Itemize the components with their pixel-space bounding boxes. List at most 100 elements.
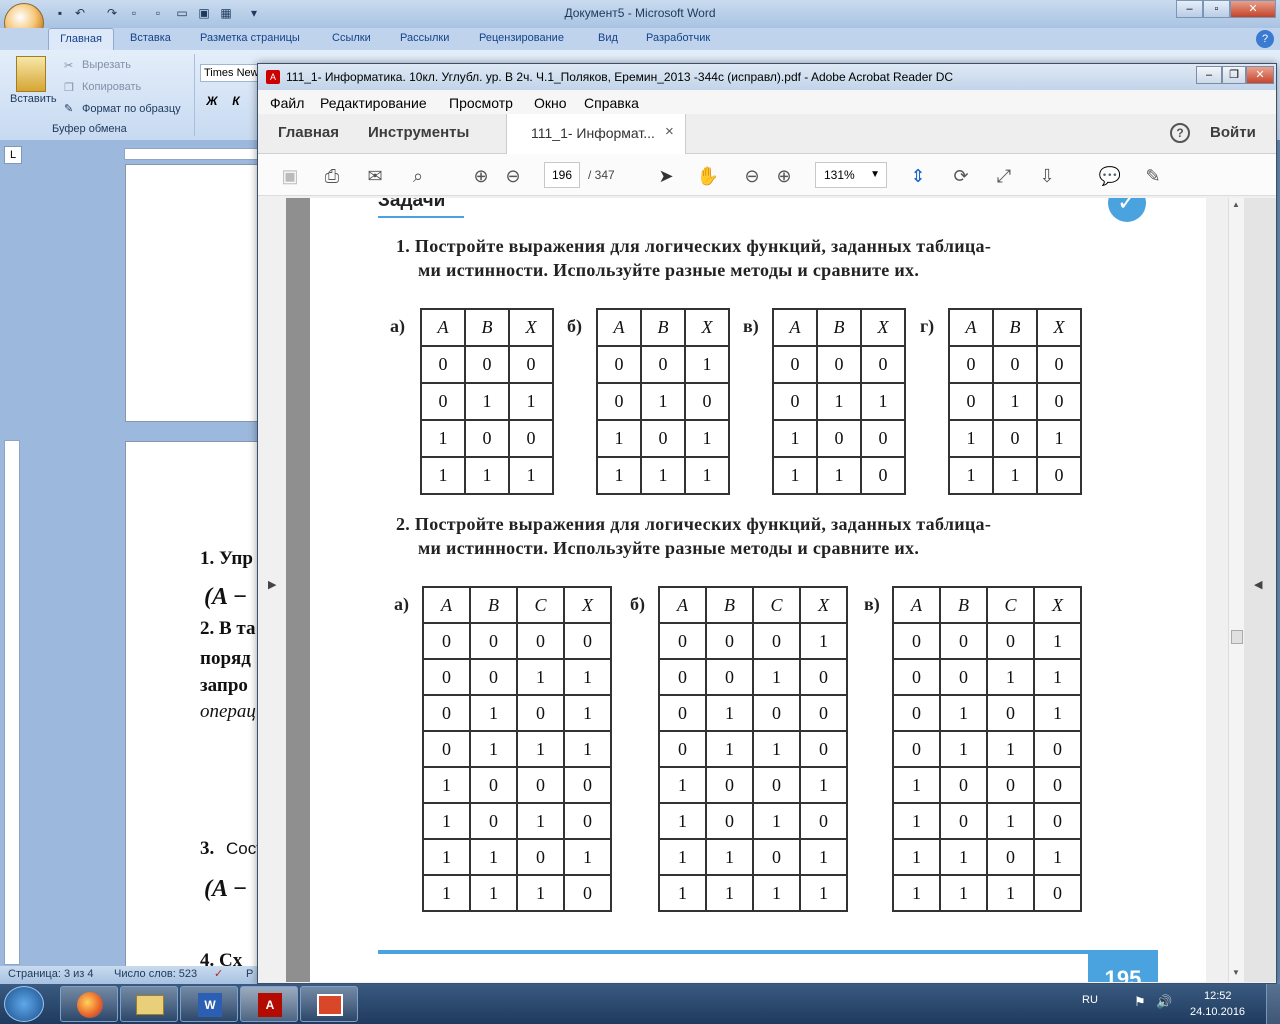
taskbar-explorer[interactable] <box>120 986 178 1022</box>
highlight-pen-icon[interactable]: ✎ <box>1141 164 1165 188</box>
scroll-down-icon[interactable]: ▼ <box>1232 968 1240 977</box>
fullscreen-icon[interactable]: ⤢ <box>992 164 1016 188</box>
volume-icon[interactable]: 🔊 <box>1156 994 1172 1010</box>
vertical-scrollbar[interactable]: ▲ ▼ <box>1228 198 1244 982</box>
right-panel-arrow-icon[interactable]: ◀ <box>1254 578 1262 591</box>
fit-width-icon[interactable]: ⇕ <box>906 164 930 188</box>
word-minimize-button[interactable]: – <box>1176 0 1203 18</box>
word-tab-references[interactable]: Ссылки <box>332 32 371 44</box>
menu-file[interactable]: Файл <box>270 95 304 111</box>
comment-icon[interactable]: 💬 <box>1098 164 1122 188</box>
horizontal-ruler[interactable] <box>124 148 258 160</box>
email-icon[interactable]: ✉ <box>363 164 387 188</box>
scroll-thumb[interactable] <box>1231 630 1243 644</box>
hand-tool-icon[interactable]: ✋ <box>696 164 720 188</box>
word-tab-layout[interactable]: Разметка страницы <box>200 32 300 44</box>
undo-icon[interactable]: ↶ <box>72 5 88 21</box>
next-page-icon[interactable]: ⊖ <box>501 164 525 188</box>
italic-button[interactable]: К <box>226 92 246 110</box>
tab-close-icon[interactable]: × <box>665 123 674 140</box>
spellcheck-icon[interactable]: ✓ <box>214 967 223 980</box>
help-icon[interactable]: ? <box>1170 123 1190 143</box>
bold-button[interactable]: Ж <box>202 92 222 110</box>
table-cell: 0 <box>1033 730 1082 768</box>
scroll-mode-icon[interactable]: ⇩ <box>1035 164 1059 188</box>
word-tab-insert[interactable]: Вставка <box>130 32 171 44</box>
page-number-input[interactable]: 196 <box>544 162 580 188</box>
table-cell: 0 <box>705 658 754 696</box>
prev-page-icon[interactable]: ⊕ <box>469 164 493 188</box>
word-close-button[interactable]: ✕ <box>1230 0 1276 18</box>
cut-button[interactable]: Вырезать <box>82 59 131 71</box>
table-row: 1110 <box>892 874 1082 912</box>
new-doc-icon[interactable]: ▫ <box>150 5 166 21</box>
vertical-ruler[interactable] <box>4 440 20 965</box>
word-count-status[interactable]: Число слов: 523 <box>114 968 197 980</box>
table-cell: 1 <box>799 838 848 876</box>
print-icon[interactable]: ⎙ <box>320 164 344 188</box>
taskbar-acrobat[interactable]: A <box>240 986 298 1022</box>
menu-edit[interactable]: Редактирование <box>320 95 427 111</box>
word-page-2: 1. Упр (A − 2. В та поряд запро операц 3… <box>125 441 258 971</box>
menu-window[interactable]: Окно <box>534 95 567 111</box>
print-preview-icon[interactable]: ▫ <box>126 5 142 21</box>
paste-button[interactable]: Вставить <box>10 93 57 105</box>
table-cell: 1 <box>986 802 1035 840</box>
sign-in-button[interactable]: Войти <box>1210 124 1256 141</box>
tab-document[interactable]: 111_1- Информат... × <box>506 114 686 154</box>
table-cell: 0 <box>948 345 994 384</box>
zoom-dropdown[interactable]: 131% ▼ <box>815 162 887 188</box>
acrobat-minimize-button[interactable]: – <box>1196 66 1222 84</box>
format-painter-button[interactable]: Формат по образцу <box>82 103 181 115</box>
taskbar-word[interactable]: W <box>180 986 238 1022</box>
copy-button[interactable]: Копировать <box>82 81 141 93</box>
table-cell: 1 <box>516 802 565 840</box>
qa-dropdown-icon[interactable]: ▾ <box>246 5 262 21</box>
select-cursor-icon[interactable]: ➤ <box>654 164 678 188</box>
open-folder-icon[interactable]: ▭ <box>174 5 190 21</box>
picture-icon[interactable]: ▣ <box>196 5 212 21</box>
clock-date[interactable]: 24.10.2016 <box>1190 1006 1245 1018</box>
pdf-viewport[interactable]: Задачи ✓ 1. Постройте выражения для логи… <box>286 198 1206 982</box>
word-maximize-button[interactable]: ▫ <box>1203 0 1230 18</box>
taskbar-presenter[interactable] <box>300 986 358 1022</box>
search-icon[interactable]: ⌕ <box>406 164 430 188</box>
word-tab-home[interactable]: Главная <box>48 28 114 50</box>
word-help-icon[interactable]: ? <box>1256 30 1274 48</box>
show-desktop-button[interactable] <box>1266 984 1280 1024</box>
save-icon[interactable]: ▣ <box>278 164 302 188</box>
zoom-out-icon[interactable]: ⊖ <box>740 164 764 188</box>
language-status[interactable]: Р <box>246 968 253 980</box>
table-icon[interactable]: ▦ <box>218 5 234 21</box>
save-icon[interactable]: ▪ <box>52 5 68 21</box>
flag-icon[interactable]: ⚑ <box>1134 994 1146 1010</box>
menu-help[interactable]: Справка <box>584 95 639 111</box>
word-tab-view[interactable]: Вид <box>598 32 618 44</box>
left-panel-arrow-icon[interactable]: ▶ <box>268 578 276 591</box>
paste-icon[interactable] <box>16 56 46 92</box>
word-tab-developer[interactable]: Разработчик <box>646 32 710 44</box>
acrobat-close-button[interactable]: ✕ <box>1246 66 1274 84</box>
redo-icon[interactable]: ↷ <box>104 5 120 21</box>
word-tab-mailings[interactable]: Рассылки <box>400 32 449 44</box>
tab-home[interactable]: Главная <box>278 124 339 141</box>
page-count-status[interactable]: Страница: 3 из 4 <box>8 968 94 980</box>
acrobat-restore-button[interactable]: ❐ <box>1222 66 1246 84</box>
tab-selector-icon[interactable]: L <box>4 146 22 164</box>
table-cell: 0 <box>563 802 612 840</box>
table-row: 0011 <box>422 658 612 696</box>
word-titlebar: Документ5 - Microsoft Word ▪ ↶ ↷ ▫ ▫ ▭ ▣… <box>0 0 1280 28</box>
menu-view[interactable]: Просмотр <box>449 95 513 111</box>
clock-time[interactable]: 12:52 <box>1204 990 1232 1002</box>
font-name-field[interactable]: Times New <box>200 64 258 82</box>
tab-tools[interactable]: Инструменты <box>368 124 469 141</box>
word-tab-review[interactable]: Рецензирование <box>479 32 564 44</box>
language-indicator[interactable]: RU <box>1082 994 1098 1006</box>
start-button[interactable] <box>4 986 44 1022</box>
zoom-in-icon[interactable]: ⊕ <box>772 164 796 188</box>
table-row: 1000 <box>422 766 612 804</box>
rotate-icon[interactable]: ⟳ <box>949 164 973 188</box>
scroll-up-icon[interactable]: ▲ <box>1232 200 1240 209</box>
taskbar-firefox[interactable] <box>60 986 118 1022</box>
column-header: X <box>1036 308 1082 347</box>
